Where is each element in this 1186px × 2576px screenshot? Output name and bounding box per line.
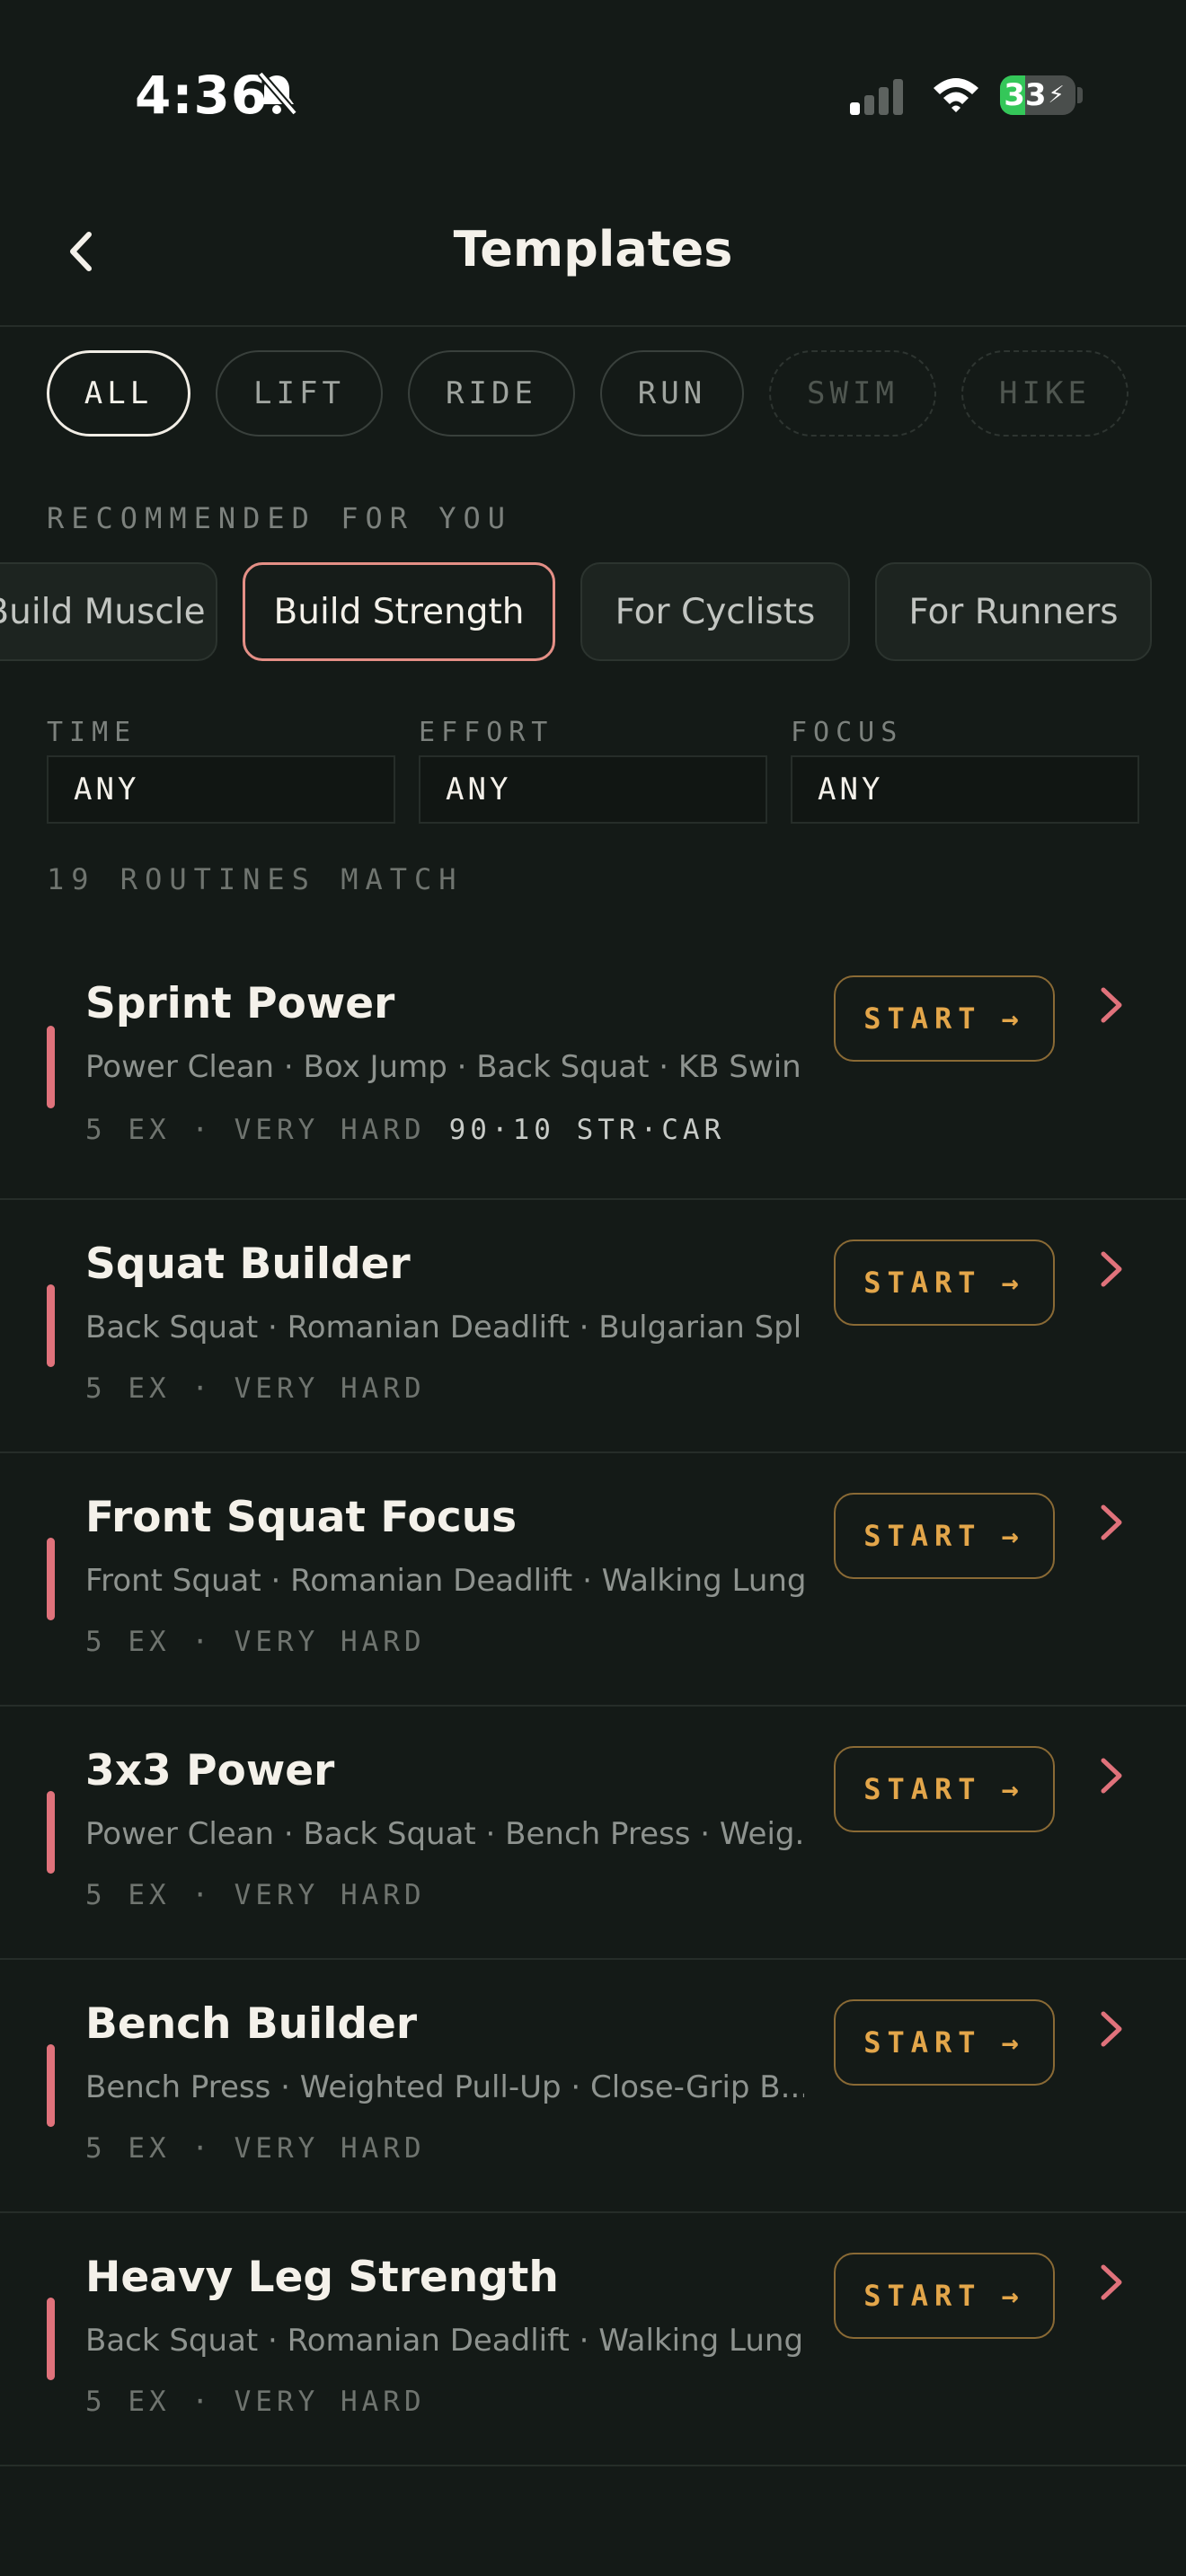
routine-exercises: Power Clean · Back Squat · Bench Press ·… [85,1816,804,1852]
routine-meta: 5 EX · VERY HARD [85,1879,426,1911]
recommended-label: RECOMMENDED FOR YOU [47,501,513,535]
activity-filter-chips: ALL LIFT RIDE RUN SWIM HIKE [47,350,1128,440]
routine-exercises: Front Squat · Romanian Deadlift · Walkin… [85,1563,804,1599]
arrow-right-icon: → [1001,2025,1025,2060]
nav-header: Templates [0,180,1186,327]
focus-select[interactable]: ANY [791,755,1139,824]
time-select[interactable]: ANY [47,755,395,824]
intensity-bar [47,2044,55,2127]
chip-swim[interactable]: SWIM [769,350,936,437]
routine-item[interactable]: Bench Builder Bench Press · Weighted Pul… [0,1960,1186,2213]
start-button[interactable]: START → [834,975,1055,1062]
intensity-bar [47,1791,55,1874]
chip-hike[interactable]: HIKE [961,350,1128,437]
chevron-right-icon[interactable] [1098,984,1125,1026]
routine-item[interactable]: Sprint Power Power Clean · Box Jump · Ba… [0,940,1186,1200]
chevron-right-icon[interactable] [1098,1248,1125,1290]
routine-meta: 5 EX · VERY HARD [85,1626,426,1658]
arrow-right-icon: → [1001,2279,1025,2313]
routine-meta: 5 EX · VERY HARD [85,2132,426,2165]
signal-icon [850,79,903,115]
routine-exercises: Bench Press · Weighted Pull-Up · Close-G… [85,2069,804,2105]
routine-item[interactable]: Front Squat Focus Front Squat · Romanian… [0,1453,1186,1707]
start-label: START [863,1266,982,1300]
start-label: START [863,2279,982,2313]
goal-carousel: Build Muscle Build Strength For Cyclists… [0,562,1152,661]
wifi-icon [934,78,978,112]
routine-meta: 5 EX · VERY HARD [85,1372,426,1405]
routine-item[interactable]: 3x3 Power Power Clean · Back Squat · Ben… [0,1707,1186,1960]
charging-bolt-icon: ⚡ [1048,82,1065,109]
routine-title: Bench Builder [85,1999,418,2049]
chip-lift[interactable]: LIFT [216,350,383,437]
chip-ride[interactable]: RIDE [408,350,575,437]
routine-item[interactable]: Squat Builder Back Squat · Romanian Dead… [0,1200,1186,1453]
time-label: TIME [47,717,137,748]
goal-build-muscle[interactable]: Build Muscle [0,562,217,661]
status-time: 4:36 [135,65,269,126]
status-bar: 4:36 33 ⚡ [0,0,1186,180]
routine-meta: 5 EX · VERY HARD [85,2386,426,2418]
chip-run[interactable]: RUN [600,350,744,437]
intensity-bar [47,2298,55,2380]
start-button[interactable]: START → [834,2253,1055,2339]
bell-slash-icon [257,71,298,116]
routine-meta: 5 EX · VERY HARD 90·10 STR·CAR [85,1114,725,1146]
intensity-bar [47,1538,55,1620]
battery-percent: 33 [1004,77,1047,113]
goal-for-cyclists[interactable]: For Cyclists [580,562,850,661]
battery-cap [1077,87,1083,103]
routine-title: Squat Builder [85,1239,411,1289]
start-label: START [863,1001,982,1036]
goal-build-strength[interactable]: Build Strength [243,562,555,661]
arrow-right-icon: → [1001,1001,1025,1036]
start-button[interactable]: START → [834,1999,1055,2086]
arrow-right-icon: → [1001,1519,1025,1553]
intensity-bar [47,1284,55,1367]
start-button[interactable]: START → [834,1746,1055,1832]
routine-title: Sprint Power [85,979,395,1028]
routine-extra: 90·10 STR·CAR [448,1114,726,1146]
start-label: START [863,1519,982,1553]
chip-all[interactable]: ALL [47,350,190,437]
routine-exercises: Back Squat · Romanian Deadlift · Walking… [85,2323,804,2359]
goal-for-runners[interactable]: For Runners [875,562,1152,661]
page-title: Templates [453,221,733,278]
match-count: 19 ROUTINES MATCH [47,862,464,896]
battery-icon: 33 ⚡ [1000,75,1075,115]
routine-exercises: Back Squat · Romanian Deadlift · Bulgari… [85,1310,804,1345]
focus-label: FOCUS [791,717,904,748]
effort-label: EFFORT [419,717,554,748]
routine-title: Heavy Leg Strength [85,2253,559,2302]
routine-title: 3x3 Power [85,1746,335,1795]
chevron-right-icon[interactable] [1098,1755,1125,1796]
intensity-bar [47,1026,55,1108]
arrow-right-icon: → [1001,1772,1025,1806]
effort-select[interactable]: ANY [419,755,767,824]
routine-item[interactable]: Heavy Leg Strength Back Squat · Romanian… [0,2213,1186,2466]
chevron-right-icon[interactable] [1098,1502,1125,1543]
start-label: START [863,2025,982,2060]
routine-exercises: Power Clean · Box Jump · Back Squat · KB… [85,1049,804,1085]
start-button[interactable]: START → [834,1493,1055,1579]
arrow-right-icon: → [1001,1266,1025,1300]
start-label: START [863,1772,982,1806]
routine-meta-text: 5 EX · VERY HARD [85,1114,426,1146]
routine-title: Front Squat Focus [85,1493,518,1542]
start-button[interactable]: START → [834,1239,1055,1326]
chevron-right-icon[interactable] [1098,2262,1125,2303]
chevron-right-icon[interactable] [1098,2008,1125,2050]
